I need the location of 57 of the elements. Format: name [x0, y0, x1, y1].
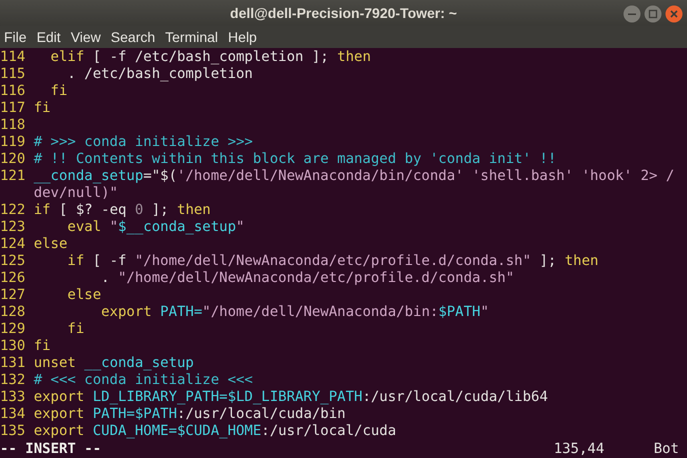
code-line: # !! Contents within this block are managed by 'conda init' !! — [34, 151, 556, 168]
minimize-icon[interactable] — [623, 5, 641, 23]
maximize-icon[interactable] — [644, 5, 662, 23]
code-line: # >>> conda initialize >>> — [34, 134, 253, 152]
code-line: . /etc/bash_completion — [66, 66, 253, 84]
code-line: fi — [66, 321, 84, 338]
line-number: 129 — [0, 321, 26, 338]
code-line: export PATH="/home/dell/NewAnaconda/bin:$PATH" — [100, 304, 489, 322]
code-line: fi — [34, 100, 51, 118]
code-line: # <<< conda initialize <<< — [34, 372, 253, 390]
code-line: . "/home/dell/NewAnaconda/etc/profile.d/conda.sh" — [100, 270, 514, 288]
scroll-position: Bot — [654, 440, 679, 458]
menu-item[interactable]: File — [4, 26, 27, 48]
line-number: 126 — [0, 270, 26, 286]
line-number: 117 — [0, 100, 26, 116]
line-number: 135 — [0, 423, 26, 440]
close-icon[interactable] — [665, 5, 683, 23]
line-number: 127 — [0, 287, 26, 304]
line-number: 116 — [0, 83, 26, 100]
code-line: fi — [50, 83, 68, 100]
line-number: 115 — [0, 66, 26, 82]
code-line: dev/null)" — [34, 185, 118, 202]
line-number: 128 — [0, 304, 26, 320]
menu-item[interactable]: Help — [228, 26, 257, 48]
mode-indicator: -- INSERT -- — [0, 440, 102, 458]
menu-item[interactable]: Search — [110, 26, 156, 48]
code-line: __conda_setup="$('/home/dell/NewAnaconda/bin/conda' 'shell.bash' 'hook' 2> / — [34, 168, 674, 186]
line-number: 130 — [0, 338, 26, 354]
code-line: fi — [34, 338, 51, 356]
line-number: 118 — [0, 117, 26, 134]
code-line: export LD_LIBRARY_PATH=$LD_LIBRARY_PATH:/usr/local/cuda/lib64 — [34, 389, 548, 406]
cursor-position: 135,44 — [554, 440, 606, 458]
menu-item[interactable]: Edit — [36, 26, 61, 48]
code-line: if [ $? -eq 0 ]; then — [34, 202, 211, 220]
code-line: unset __conda_setup — [34, 355, 194, 372]
line-number: 123 — [0, 219, 26, 236]
window-title: dell@dell-Precision-7920-Tower: ~ — [230, 4, 457, 23]
menu-item[interactable]: View — [70, 26, 101, 48]
code-line: elif [ -f /etc/bash_completion ]; then — [50, 49, 371, 66]
line-number: 114 — [0, 49, 26, 66]
code-line: eval "$__conda_setup" — [67, 219, 244, 236]
line-number: 133 — [0, 389, 26, 406]
line-number: 134 — [0, 406, 26, 422]
line-number: 120 — [0, 151, 26, 168]
line-number: 131 — [0, 355, 26, 372]
menu-item[interactable]: Terminal — [165, 26, 218, 48]
code-line: export CUDA_HOME=$CUDA_HOME:/usr/local/cuda — [34, 423, 396, 440]
line-number: 124 — [0, 236, 26, 252]
line-number: 121 — [0, 168, 26, 184]
code-line: else — [66, 287, 102, 304]
line-number: 132 — [0, 372, 26, 388]
line-number: 125 — [0, 253, 26, 270]
line-number: 119 — [0, 134, 26, 150]
code-line: export PATH=$PATH:/usr/local/cuda/bin — [34, 406, 346, 424]
code-line: if [ -f "/home/dell/NewAnaconda/etc/profile.d/conda.sh" ]; then — [66, 253, 598, 270]
code-line: else — [34, 236, 68, 254]
line-number: 122 — [0, 202, 26, 218]
